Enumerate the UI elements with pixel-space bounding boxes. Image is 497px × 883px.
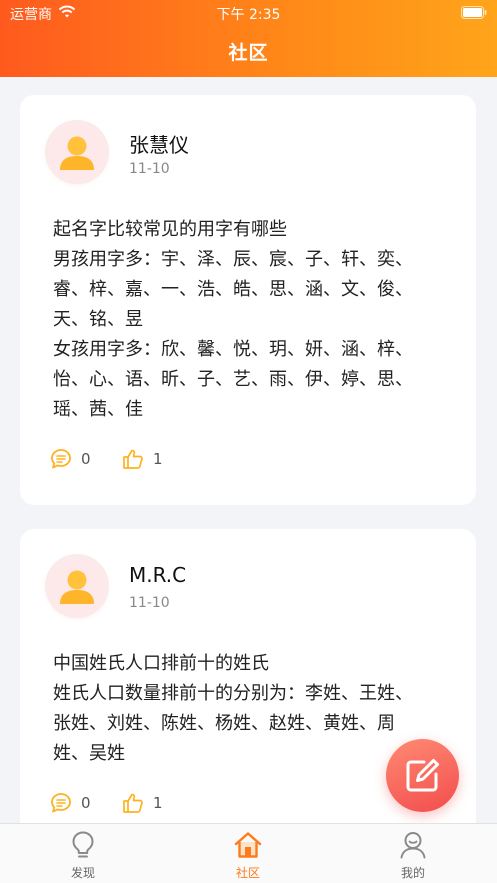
thumbs-up-icon <box>123 449 143 469</box>
post-card[interactable]: 张慧仪 11-10 起名字比较常见的用字有哪些 男孩用字多：宇、泽、辰、宸、子、… <box>20 95 476 505</box>
like-button[interactable]: 1 <box>122 447 163 471</box>
default-avatar-icon <box>48 123 106 181</box>
tab-mine[interactable]: 我的 <box>373 830 453 882</box>
comment-icon <box>51 793 71 813</box>
avatar[interactable] <box>48 123 106 181</box>
tab-discover[interactable]: 发现 <box>43 830 123 882</box>
app-screen: 运营商 下午 2:35 社区 张慧仪 11-10 起名字比较常见的用字有哪些 男… <box>0 0 497 883</box>
post-author[interactable]: 张慧仪 <box>129 129 189 158</box>
tab-bar: 发现 社区 我的 <box>0 823 497 883</box>
edit-icon <box>406 759 439 792</box>
battery-icon <box>461 6 487 19</box>
post-date: 11-10 <box>129 161 170 177</box>
default-avatar-icon <box>48 557 106 615</box>
tab-label: 发现 <box>70 866 95 880</box>
comment-icon <box>51 449 71 469</box>
post-content[interactable]: 起名字比较常见的用字有哪些 男孩用字多：宇、泽、辰、宸、子、轩、奕、睿、梓、嘉、… <box>53 215 423 425</box>
comment-count: 0 <box>81 794 91 812</box>
lightbulb-icon <box>72 831 94 858</box>
status-time: 下午 2:35 <box>216 7 281 23</box>
post-feed[interactable]: 张慧仪 11-10 起名字比较常见的用字有哪些 男孩用字多：宇、泽、辰、宸、子、… <box>0 77 497 823</box>
like-button[interactable]: 1 <box>122 791 163 815</box>
post-date: 11-10 <box>129 595 170 611</box>
comment-button[interactable]: 0 <box>50 447 91 471</box>
thumbs-up-icon <box>123 793 143 813</box>
home-icon <box>234 832 262 858</box>
comment-count: 0 <box>81 450 91 468</box>
comment-button[interactable]: 0 <box>50 791 91 815</box>
tab-community[interactable]: 社区 <box>208 830 288 882</box>
tab-label: 社区 <box>235 866 260 880</box>
compose-post-button[interactable] <box>386 739 459 812</box>
post-author[interactable]: M.R.C <box>129 563 186 587</box>
like-count: 1 <box>153 450 163 468</box>
page-title: 社区 <box>228 42 269 64</box>
avatar[interactable] <box>48 557 106 615</box>
header: 运营商 下午 2:35 社区 <box>0 0 497 77</box>
status-bar: 运营商 下午 2:35 <box>0 0 497 26</box>
post-content[interactable]: 中国姓氏人口排前十的姓氏 姓氏人口数量排前十的分别为：李姓、王姓、张姓、刘姓、陈… <box>53 649 423 769</box>
user-icon <box>400 832 426 859</box>
like-count: 1 <box>153 794 163 812</box>
tab-label: 我的 <box>400 866 425 880</box>
